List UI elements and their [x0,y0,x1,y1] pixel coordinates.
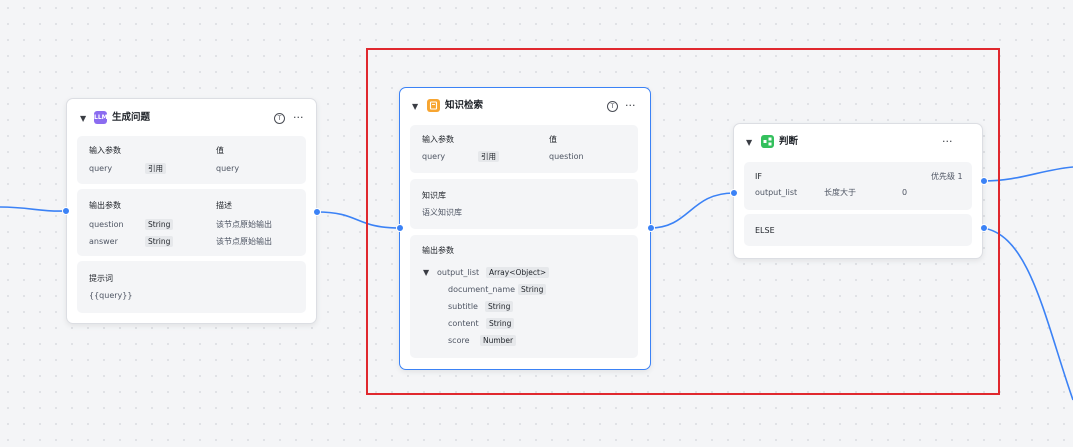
output-root-name: output_list [437,268,480,277]
node-header[interactable]: ▼ 判断 ··· [734,124,982,160]
priority-label: 优先级 1 [931,172,963,181]
node-generate-question[interactable]: ▼ LLM 生成问题 T ··· 输入参数 值 query 引用 query 输… [66,98,317,324]
param-value: question [549,152,584,161]
output-field-type-tag: String [485,301,514,312]
text-mode-icon[interactable]: T [607,101,618,112]
more-options-icon[interactable]: ··· [942,136,953,147]
output-params-header: 输出参数 [89,201,121,210]
output-root-type-tag: Array<Object> [486,267,550,278]
port-else-output[interactable] [980,224,988,232]
output-description: 该节点原始输出 [216,220,272,229]
else-label: ELSE [755,226,775,235]
if-label: IF [755,172,762,181]
output-field-type-tag: Number [480,335,517,346]
output-params-section: 输出参数 ▼ output_list Array<Object> documen… [410,235,638,358]
more-options-icon[interactable]: ··· [625,100,636,111]
port-knowledge-output[interactable] [647,224,655,232]
condition-value: 0 [902,188,908,197]
output-type-tag: String [145,236,174,247]
input-params-header: 输入参数 [89,146,121,155]
param-name: query [422,152,446,161]
expand-caret-icon[interactable]: ▼ [423,268,429,278]
collapse-caret-icon[interactable]: ▼ [746,138,752,148]
port-llm-output[interactable] [313,208,321,216]
output-description: 该节点原始输出 [216,237,272,246]
output-field-type-tag: String [486,318,515,329]
output-field-name: subtitle [448,302,478,311]
prompt-label: 提示词 [89,274,113,283]
collapse-caret-icon[interactable]: ▼ [412,102,418,112]
prompt-value: {{query}} [89,291,133,300]
condition-icon [761,135,774,148]
value-header: 值 [549,135,557,144]
output-field-type-tag: String [518,284,547,295]
knowledge-base-section: 知识库 语义知识库 [410,179,638,229]
condition-operator: 长度大于 [824,188,856,197]
output-name: answer [89,237,118,246]
else-branch-section[interactable]: ELSE [744,214,972,246]
port-llm-input[interactable] [62,207,70,215]
output-params-header: 输出参数 [422,246,454,255]
input-params-header: 输入参数 [422,135,454,144]
node-condition[interactable]: ▼ 判断 ··· IF 优先级 1 output_list 长度大于 0 ELS… [733,123,983,259]
if-branch-section[interactable]: IF 优先级 1 output_list 长度大于 0 [744,162,972,210]
port-knowledge-input[interactable] [396,224,404,232]
port-if-output[interactable] [980,177,988,185]
output-field-name: content [448,319,479,328]
text-mode-icon[interactable]: T [274,113,285,124]
condition-variable: output_list [755,188,798,197]
node-header[interactable]: ▼ 知识检索 T ··· [400,88,650,124]
edge-into-llm [0,206,66,212]
node-title: 生成问题 [112,112,151,123]
value-header: 值 [216,146,224,155]
collapse-caret-icon[interactable]: ▼ [80,114,86,124]
port-condition-input[interactable] [730,189,738,197]
output-type-tag: String [145,219,174,230]
output-params-section: 输出参数 描述 question String 该节点原始输出 answer S… [77,189,306,256]
output-field-name: score [448,336,470,345]
description-header: 描述 [216,201,232,210]
input-params-section: 输入参数 值 query 引用 query [77,136,306,184]
input-params-section: 输入参数 值 query 引用 question [410,125,638,173]
param-name: query [89,164,113,173]
output-field-name: document_name [448,285,516,294]
knowledge-base-value: 语义知识库 [422,208,462,217]
node-title: 判断 [779,136,799,147]
node-knowledge-retrieval[interactable]: ▼ 知识检索 T ··· 输入参数 值 query 引用 question 知识… [399,87,651,370]
knowledge-icon [427,99,440,112]
param-value: query [216,164,240,173]
node-title: 知识检索 [445,100,484,111]
more-options-icon[interactable]: ··· [293,112,304,123]
param-type-tag: 引用 [478,151,499,162]
node-header[interactable]: ▼ LLM 生成问题 T ··· [67,99,316,135]
param-type-tag: 引用 [145,163,166,174]
prompt-section: 提示词 {{query}} [77,261,306,313]
output-name: question [89,220,124,229]
knowledge-base-label: 知识库 [422,191,446,200]
llm-icon: LLM [94,111,108,124]
